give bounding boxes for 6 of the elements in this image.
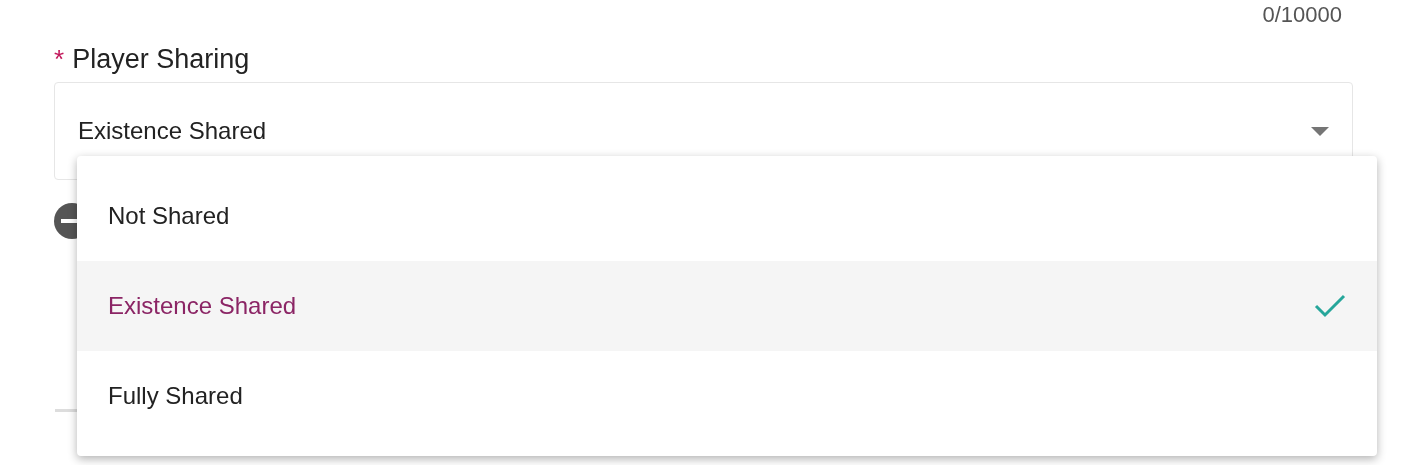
required-asterisk: *: [54, 43, 65, 75]
menu-option[interactable]: Fully Shared: [77, 351, 1377, 441]
check-icon: [1314, 294, 1346, 318]
field-label: Player Sharing: [72, 43, 250, 75]
menu-option[interactable]: Existence Shared: [77, 261, 1377, 351]
character-counter: 0/10000: [1262, 2, 1342, 29]
